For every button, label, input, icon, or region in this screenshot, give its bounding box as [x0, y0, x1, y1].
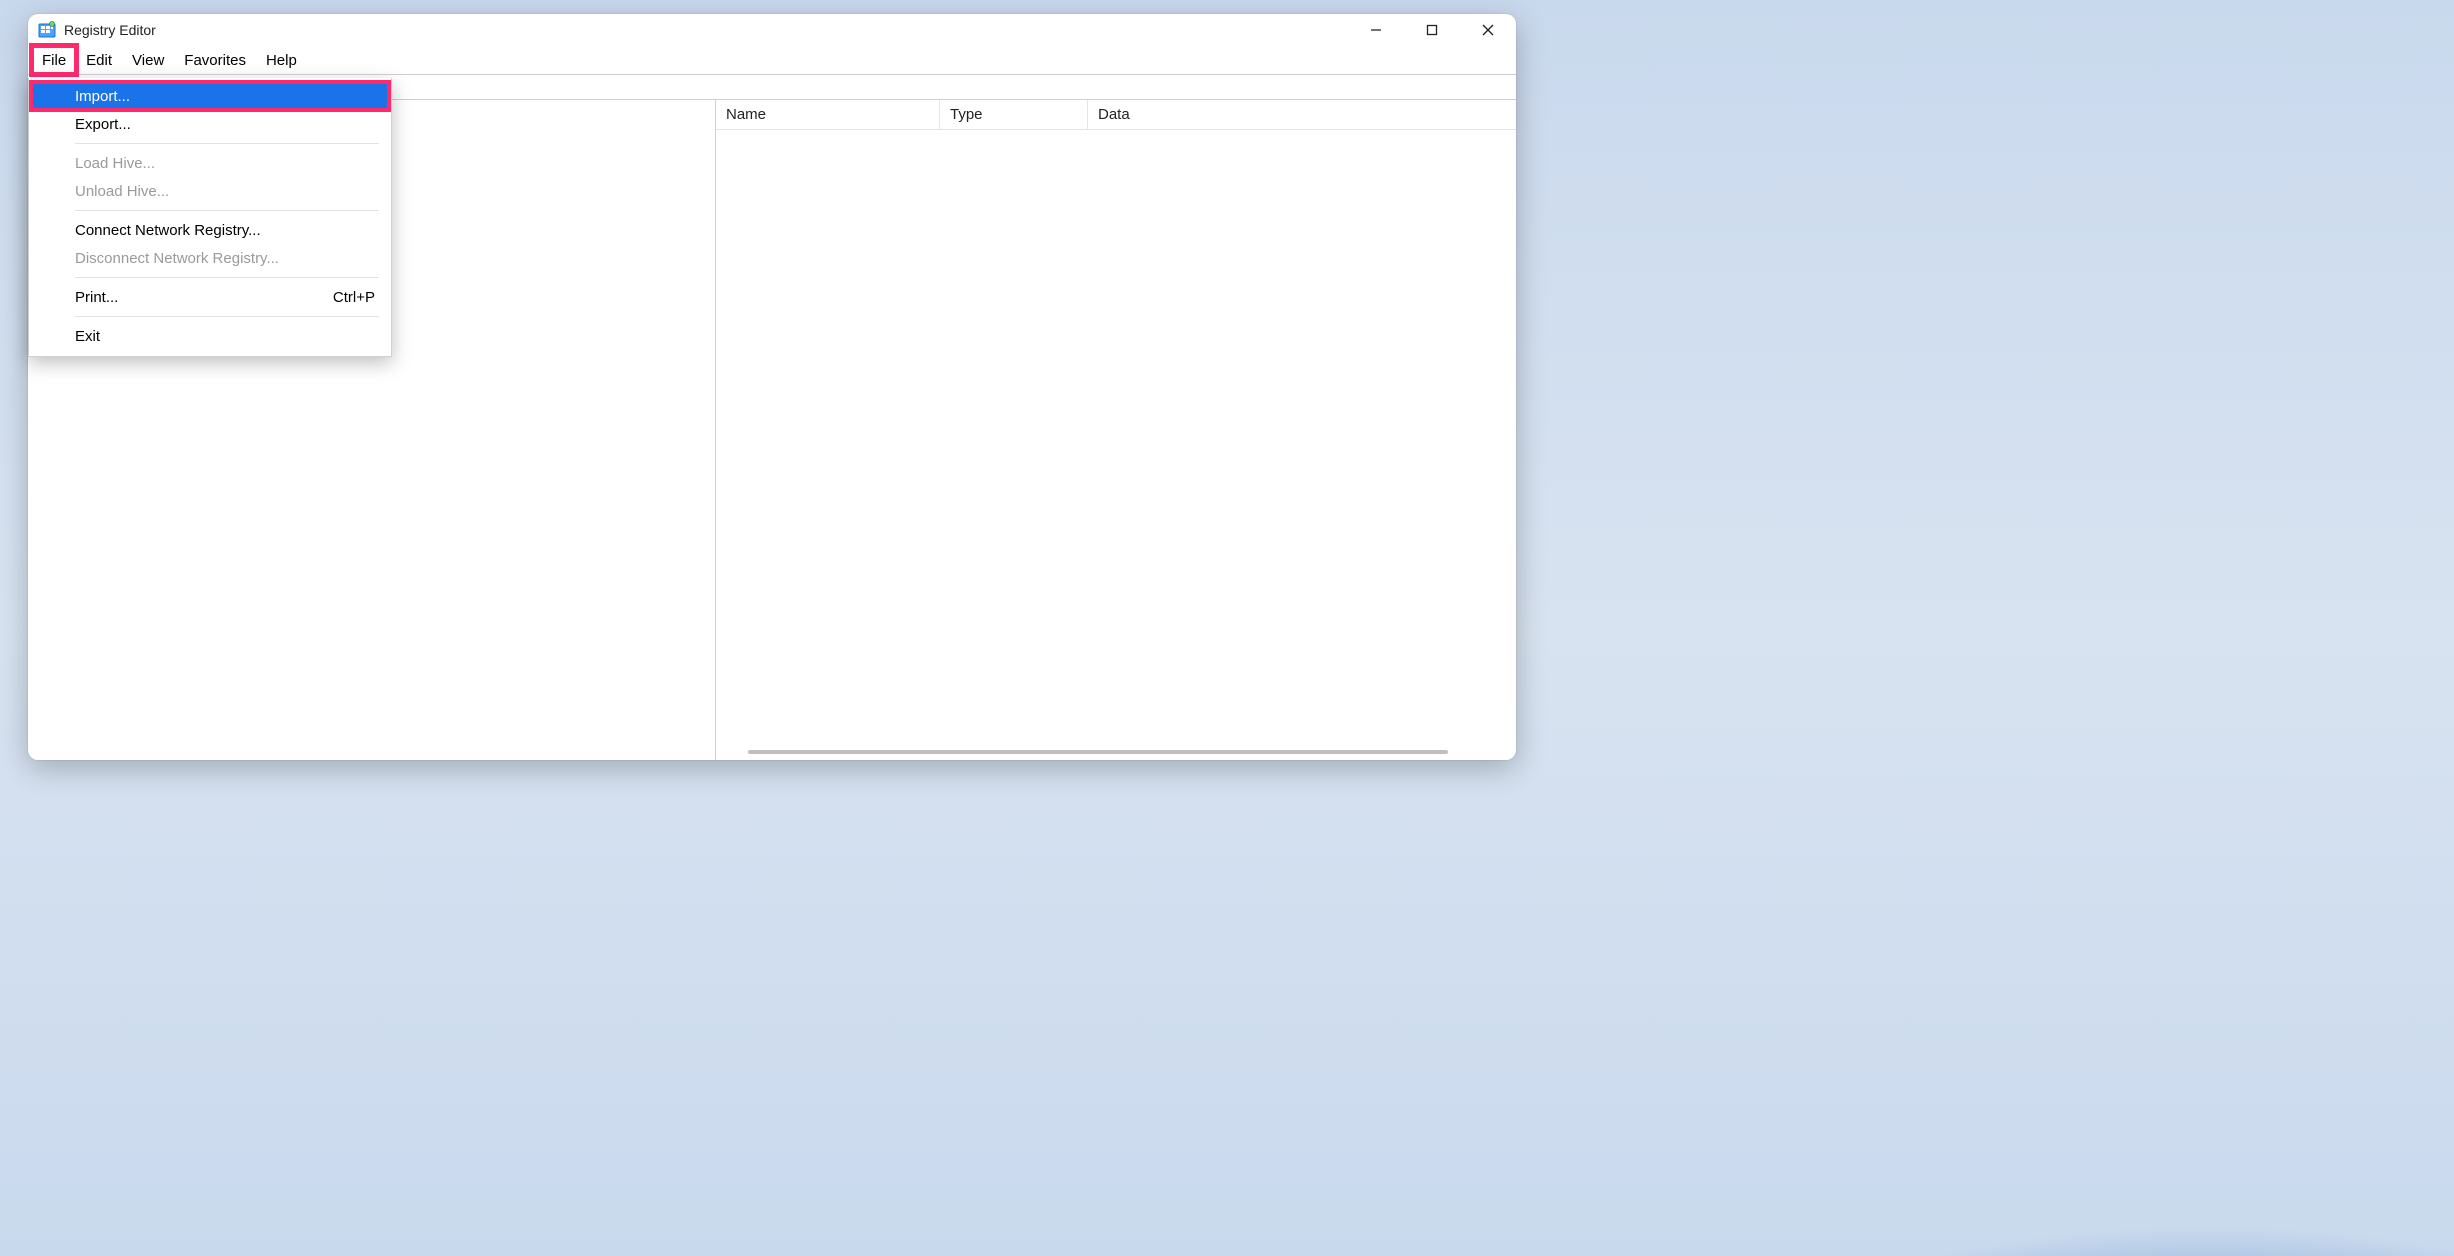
menu-separator	[75, 210, 379, 211]
menu-separator	[75, 316, 379, 317]
column-header-data[interactable]: Data	[1088, 100, 1516, 129]
menu-item-label: Exit	[75, 328, 100, 345]
menu-file[interactable]: File	[32, 46, 76, 74]
menu-label: Edit	[86, 52, 112, 69]
maximize-button[interactable]	[1404, 14, 1460, 46]
close-button[interactable]	[1460, 14, 1516, 46]
menu-item-label: Disconnect Network Registry...	[75, 250, 279, 267]
window-controls	[1348, 14, 1516, 46]
menu-separator	[75, 277, 379, 278]
list-body[interactable]	[716, 130, 1516, 760]
minimize-button[interactable]	[1348, 14, 1404, 46]
column-label: Type	[950, 106, 983, 123]
column-label: Name	[726, 106, 766, 123]
window-title: Registry Editor	[64, 22, 156, 38]
menu-item-label: Connect Network Registry...	[75, 222, 261, 239]
menu-item-connect-network-registry[interactable]: Connect Network Registry...	[31, 216, 389, 244]
close-icon	[1482, 24, 1494, 36]
menu-view[interactable]: View	[122, 46, 174, 74]
horizontal-scrollbar[interactable]	[748, 750, 1448, 754]
list-header: Name Type Data	[716, 100, 1516, 130]
menu-item-label: Unload Hive...	[75, 183, 169, 200]
list-pane: Name Type Data	[716, 100, 1516, 760]
menu-item-shortcut: Ctrl+P	[333, 289, 375, 306]
maximize-icon	[1426, 24, 1438, 36]
menu-item-load-hive: Load Hive...	[31, 149, 389, 177]
menu-separator	[75, 143, 379, 144]
menu-edit[interactable]: Edit	[76, 46, 122, 74]
menubar: File Edit View Favorites Help	[28, 46, 1516, 74]
column-header-type[interactable]: Type	[940, 100, 1088, 129]
menu-item-label: Load Hive...	[75, 155, 155, 172]
menu-item-unload-hive: Unload Hive...	[31, 177, 389, 205]
registry-editor-icon	[38, 21, 56, 39]
menu-item-label: Print...	[75, 289, 118, 306]
menu-label: View	[132, 52, 164, 69]
menu-label: Help	[266, 52, 297, 69]
menu-label: File	[42, 52, 66, 69]
minimize-icon	[1370, 24, 1382, 36]
menu-item-label: Import...	[75, 88, 130, 105]
file-dropdown-menu: Import... Export... Load Hive... Unload …	[28, 78, 392, 357]
menu-label: Favorites	[184, 52, 246, 69]
menu-item-import[interactable]: Import...	[31, 82, 389, 110]
menu-favorites[interactable]: Favorites	[174, 46, 256, 74]
menu-item-label: Export...	[75, 116, 131, 133]
menu-item-exit[interactable]: Exit	[31, 322, 389, 350]
menu-item-print[interactable]: Print... Ctrl+P	[31, 283, 389, 311]
menu-item-disconnect-network-registry: Disconnect Network Registry...	[31, 244, 389, 272]
titlebar[interactable]: Registry Editor	[28, 14, 1516, 46]
column-label: Data	[1098, 106, 1130, 123]
menu-item-export[interactable]: Export...	[31, 110, 389, 138]
column-header-name[interactable]: Name	[716, 100, 940, 129]
menu-help[interactable]: Help	[256, 46, 307, 74]
